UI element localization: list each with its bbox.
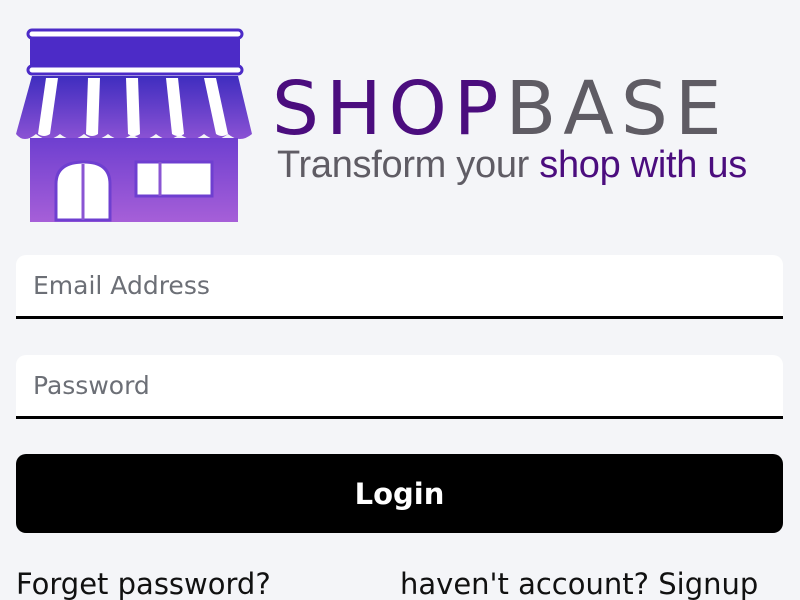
- password-field[interactable]: [16, 355, 783, 416]
- brand-tagline: Transform your shop with us: [277, 146, 747, 184]
- brand-name-part2: BASE: [505, 66, 729, 152]
- login-page: SHOPBASE Transform your shop with us Log…: [0, 0, 800, 600]
- signup-prompt: haven't account? Signup: [400, 567, 758, 600]
- email-field[interactable]: [16, 255, 783, 316]
- email-field-container: [16, 255, 783, 319]
- login-button[interactable]: Login: [16, 454, 783, 533]
- tagline-part1: Transform your: [277, 144, 540, 186]
- password-field-container: [16, 355, 783, 419]
- signup-link[interactable]: Signup: [658, 567, 758, 600]
- brand-name: SHOPBASE: [272, 72, 729, 146]
- no-account-text: haven't account?: [400, 567, 650, 600]
- storefront-icon: [16, 28, 252, 222]
- tagline-part2: shop with us: [539, 144, 747, 186]
- brand-name-part1: SHOP: [272, 66, 506, 152]
- forget-password-link[interactable]: Forget password?: [16, 567, 271, 600]
